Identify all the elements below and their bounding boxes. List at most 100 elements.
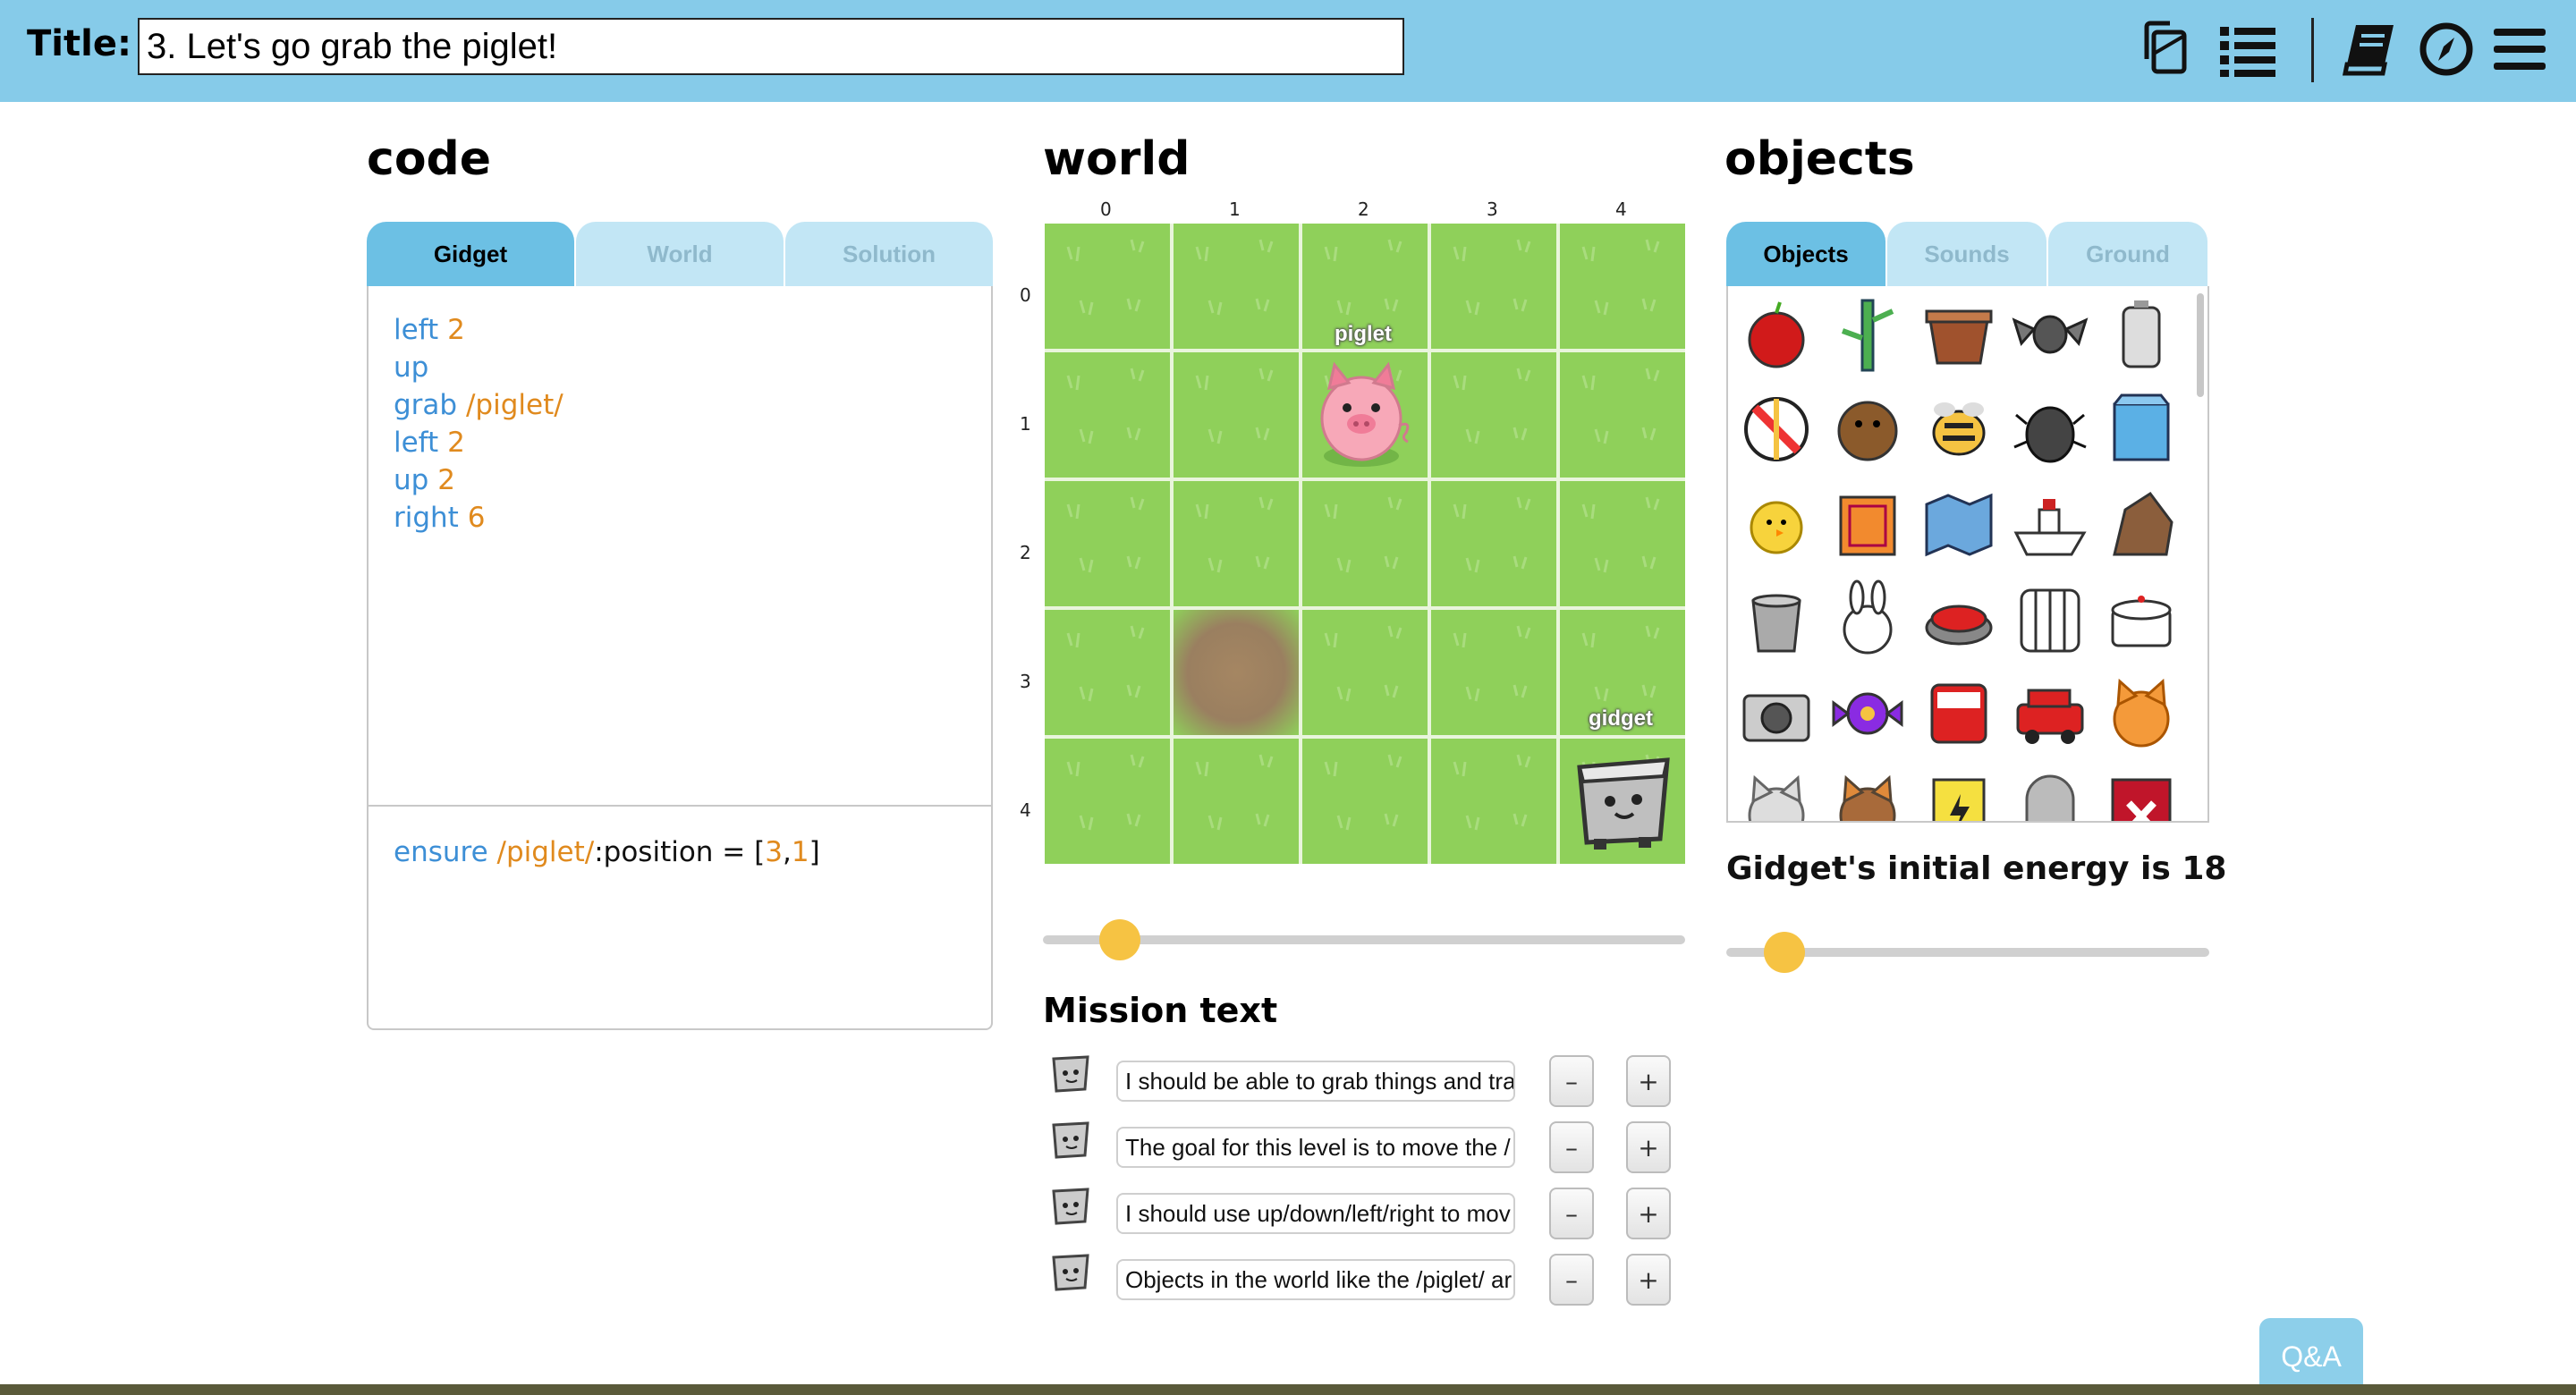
grid-cell[interactable]: [1302, 739, 1428, 864]
red-bus-icon[interactable]: [1918, 672, 2000, 755]
bucket-icon[interactable]: [1735, 578, 1818, 660]
beaver-icon[interactable]: [1826, 388, 1909, 470]
tab-sounds[interactable]: Sounds: [1887, 222, 2046, 286]
mission-text-input[interactable]: Objects in the world like the /piglet/ a…: [1116, 1259, 1515, 1300]
tab-solution[interactable]: Solution: [785, 222, 993, 286]
copy-icon[interactable]: [2134, 18, 2197, 80]
bunny-icon[interactable]: [1826, 578, 1909, 660]
code-line[interactable]: left 2: [394, 311, 465, 349]
brown-cat-icon[interactable]: [1826, 767, 1909, 823]
grid-cell[interactable]: [1174, 352, 1299, 478]
remove-mission-button[interactable]: –: [1549, 1121, 1594, 1173]
tab-gidget[interactable]: Gidget: [367, 222, 574, 286]
blue-box-icon[interactable]: [2100, 388, 2182, 470]
grid-cell[interactable]: [1174, 224, 1299, 349]
grid-cell[interactable]: [1302, 610, 1428, 735]
tab-world[interactable]: World: [576, 222, 784, 286]
gidget-mini-icon: [1052, 1254, 1089, 1291]
grid-cell[interactable]: [1045, 739, 1170, 864]
grid-cell[interactable]: [1431, 224, 1556, 349]
energy-slider-knob[interactable]: [1763, 932, 1805, 973]
book-icon[interactable]: [2340, 18, 2402, 80]
orange-box-icon[interactable]: [1826, 483, 1909, 565]
grid-cell[interactable]: [1431, 739, 1556, 864]
grid-cell[interactable]: [1045, 481, 1170, 606]
tombstone-icon[interactable]: [2009, 767, 2091, 823]
cage-icon[interactable]: [2009, 578, 2091, 660]
battery-icon[interactable]: [2100, 293, 2182, 376]
grid-cell[interactable]: [1431, 610, 1556, 735]
grid-cell[interactable]: [1045, 224, 1170, 349]
ensure-line[interactable]: ensure /piglet/:position = [3,1]: [394, 833, 820, 871]
objects-heading: objects: [1724, 132, 1915, 186]
gidget-mini-icon: [1052, 1055, 1089, 1093]
code-divider: [369, 805, 991, 807]
beetle-icon[interactable]: [2009, 388, 2091, 470]
menu-icon[interactable]: [2488, 18, 2551, 80]
row-label: 4: [1020, 799, 1031, 821]
candy-icon[interactable]: [1826, 672, 1909, 755]
objects-palette[interactable]: [1726, 286, 2209, 823]
code-line[interactable]: up: [394, 349, 428, 386]
grid-cell[interactable]: [1174, 739, 1299, 864]
map-icon[interactable]: [1918, 483, 2000, 565]
code-line[interactable]: left 2: [394, 424, 465, 461]
column-label: 1: [1229, 199, 1241, 220]
piglet-label: piglet: [1335, 322, 1392, 346]
bee-icon[interactable]: [1918, 388, 2000, 470]
bamboo-icon[interactable]: [1826, 293, 1909, 376]
grid-cell[interactable]: [1560, 352, 1685, 478]
remove-mission-button[interactable]: –: [1549, 1254, 1594, 1306]
gray-cat-icon[interactable]: [1735, 767, 1818, 823]
row-label: 1: [1020, 413, 1031, 435]
grid-cell[interactable]: [1045, 352, 1170, 478]
code-editor[interactable]: left 2 up grab /piglet/ left 2 up 2 righ…: [367, 286, 993, 1030]
mission-text-input[interactable]: The goal for this level is to move the /: [1116, 1127, 1515, 1168]
timeline-slider-knob[interactable]: [1099, 919, 1141, 960]
orange-cat-icon[interactable]: [2100, 672, 2182, 755]
mission-text-input[interactable]: I should use up/down/left/right to mov: [1116, 1193, 1515, 1234]
add-mission-button[interactable]: +: [1626, 1055, 1671, 1107]
red-x-icon[interactable]: [2100, 767, 2182, 823]
charger-icon[interactable]: [1918, 767, 2000, 823]
button-icon[interactable]: [1918, 578, 2000, 660]
apple-icon[interactable]: [1735, 293, 1818, 376]
grid-cell[interactable]: [1174, 481, 1299, 606]
row-label: 2: [1020, 542, 1031, 563]
tab-ground[interactable]: Ground: [2048, 222, 2207, 286]
grid-cell[interactable]: [1045, 610, 1170, 735]
red-car-icon[interactable]: [2009, 672, 2091, 755]
remove-mission-button[interactable]: –: [1549, 1188, 1594, 1239]
remove-mission-button[interactable]: –: [1549, 1055, 1594, 1107]
tab-objects[interactable]: Objects: [1726, 222, 1885, 286]
dirt-cell[interactable]: [1174, 610, 1299, 735]
bat-icon[interactable]: [2009, 293, 2091, 376]
add-mission-button[interactable]: +: [1626, 1254, 1671, 1306]
gidget-icon[interactable]: [1567, 746, 1678, 857]
grid-cell[interactable]: [1431, 481, 1556, 606]
code-line[interactable]: grab /piglet/: [394, 386, 564, 424]
grid-cell[interactable]: [1560, 481, 1685, 606]
code-line[interactable]: up 2: [394, 461, 455, 499]
grid-cell[interactable]: [1560, 224, 1685, 349]
add-mission-button[interactable]: +: [1626, 1121, 1671, 1173]
code-line[interactable]: right 6: [394, 499, 485, 537]
mission-text-input[interactable]: I should be able to grab things and tra: [1116, 1061, 1515, 1102]
add-mission-button[interactable]: +: [1626, 1188, 1671, 1239]
basket-icon[interactable]: [1918, 293, 2000, 376]
gidget-mini-icon: [1052, 1121, 1089, 1159]
cake-icon[interactable]: [2100, 578, 2182, 660]
grid-cell[interactable]: [1431, 352, 1556, 478]
piglet-icon[interactable]: [1306, 356, 1422, 472]
beachball-icon[interactable]: [1735, 388, 1818, 470]
rock-icon[interactable]: [2100, 483, 2182, 565]
list-icon[interactable]: [2216, 18, 2279, 80]
boat-icon[interactable]: [2009, 483, 2091, 565]
grid-cell[interactable]: [1302, 481, 1428, 606]
palette-scrollbar[interactable]: [2197, 293, 2204, 397]
row-label: 0: [1020, 284, 1031, 306]
camera-icon[interactable]: [1735, 672, 1818, 755]
title-input[interactable]: [138, 18, 1404, 75]
compass-icon[interactable]: [2415, 18, 2478, 80]
chick-icon[interactable]: [1735, 483, 1818, 565]
